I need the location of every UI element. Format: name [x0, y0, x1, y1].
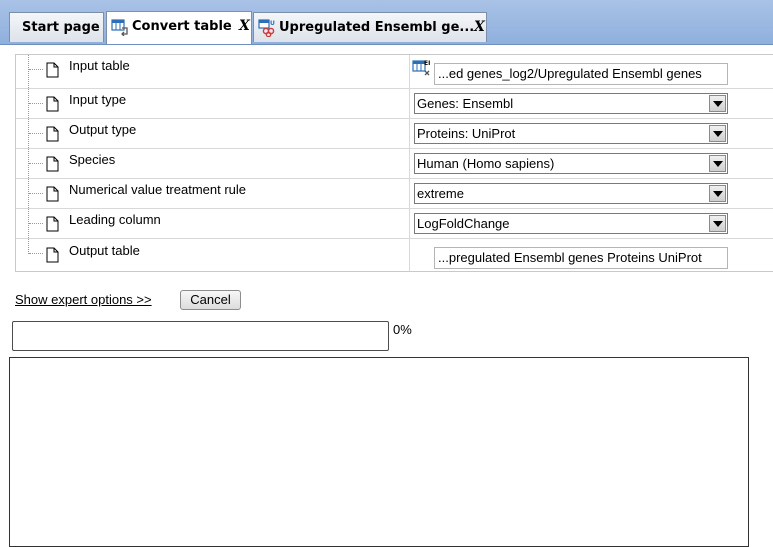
svg-text:EI: EI [424, 60, 430, 67]
param-label: Numerical value treatment rule [69, 182, 247, 197]
tree-branch [29, 253, 43, 254]
chevron-down-icon[interactable] [709, 95, 726, 112]
species-select[interactable]: Human (Homo sapiens) [414, 153, 728, 174]
param-label: Leading column [69, 212, 161, 227]
param-row-leading-column: Leading column LogFoldChange [16, 208, 773, 238]
param-label: Input table [69, 58, 130, 73]
tab-convert-table[interactable]: Convert table X [106, 11, 252, 44]
table-select-icon[interactable]: EI [412, 58, 432, 78]
tree-branch [29, 69, 43, 70]
close-tab-icon[interactable]: X [239, 12, 250, 40]
document-icon [46, 156, 59, 172]
document-icon [46, 247, 59, 263]
column-divider [409, 89, 410, 118]
progress-percent: 0% [393, 322, 412, 337]
input-type-select[interactable]: Genes: Ensembl [414, 93, 728, 114]
show-expert-options-link[interactable]: Show expert options >> [15, 292, 152, 307]
select-value: extreme [417, 186, 464, 201]
parameters-panel: Input table EI ...ed genes_log2/Upregula… [15, 54, 773, 272]
tab-start-page[interactable]: Start page [9, 12, 104, 42]
column-divider [409, 179, 410, 208]
leading-column-select[interactable]: LogFoldChange [414, 213, 728, 234]
document-icon [46, 186, 59, 202]
table-genes-icon: U [258, 19, 275, 37]
progress-bar [12, 321, 389, 351]
document-icon [46, 126, 59, 142]
document-icon [46, 216, 59, 232]
param-label: Species [69, 152, 116, 167]
select-value: Proteins: UniProt [417, 126, 516, 141]
param-row-output-type: Output type Proteins: UniProt [16, 118, 773, 148]
param-label: Input type [69, 92, 127, 107]
column-divider [409, 119, 410, 148]
document-icon [46, 62, 59, 78]
column-divider [409, 55, 410, 88]
tree-branch [29, 103, 43, 104]
tree-branch [29, 223, 43, 224]
tab-upregulated-genes[interactable]: U Upregulated Ensembl ge... X [253, 12, 487, 42]
select-value: LogFoldChange [417, 216, 510, 231]
log-output-area[interactable] [9, 357, 749, 547]
tab-label: Convert table [132, 19, 232, 34]
svg-text:U: U [270, 20, 275, 27]
tab-label: Start page [22, 20, 100, 35]
tab-label: Upregulated Ensembl ge... [279, 20, 475, 35]
select-value: Human (Homo sapiens) [417, 156, 555, 171]
param-label: Output type [69, 122, 137, 137]
document-icon [46, 96, 59, 112]
output-table-field[interactable]: ...pregulated Ensembl genes Proteins Uni… [434, 247, 728, 269]
param-row-numerical-rule: Numerical value treatment rule extreme [16, 178, 773, 208]
tree-line [28, 55, 30, 88]
chevron-down-icon[interactable] [709, 125, 726, 142]
column-divider [409, 239, 410, 271]
param-label: Output table [69, 243, 140, 258]
close-tab-icon[interactable]: X [474, 13, 485, 41]
tree-branch [29, 163, 43, 164]
numerical-rule-select[interactable]: extreme [414, 183, 728, 204]
tree-branch [29, 133, 43, 134]
input-table-field[interactable]: ...ed genes_log2/Upregulated Ensembl gen… [434, 63, 728, 85]
param-row-input-table: Input table EI ...ed genes_log2/Upregula… [16, 55, 773, 88]
column-divider [409, 209, 410, 238]
param-row-input-type: Input type Genes: Ensembl [16, 88, 773, 118]
tab-bar: Start page Convert table X U Upregulated… [0, 0, 773, 45]
cancel-button[interactable]: Cancel [180, 290, 241, 310]
chevron-down-icon[interactable] [709, 215, 726, 232]
tree-branch [29, 193, 43, 194]
chevron-down-icon[interactable] [709, 155, 726, 172]
column-divider [409, 149, 410, 178]
convert-table-icon [111, 19, 128, 36]
select-value: Genes: Ensembl [417, 96, 514, 111]
param-row-species: Species Human (Homo sapiens) [16, 148, 773, 178]
chevron-down-icon[interactable] [709, 185, 726, 202]
param-row-output-table: Output table ...pregulated Ensembl genes… [16, 238, 773, 271]
output-type-select[interactable]: Proteins: UniProt [414, 123, 728, 144]
tree-line [28, 239, 30, 254]
